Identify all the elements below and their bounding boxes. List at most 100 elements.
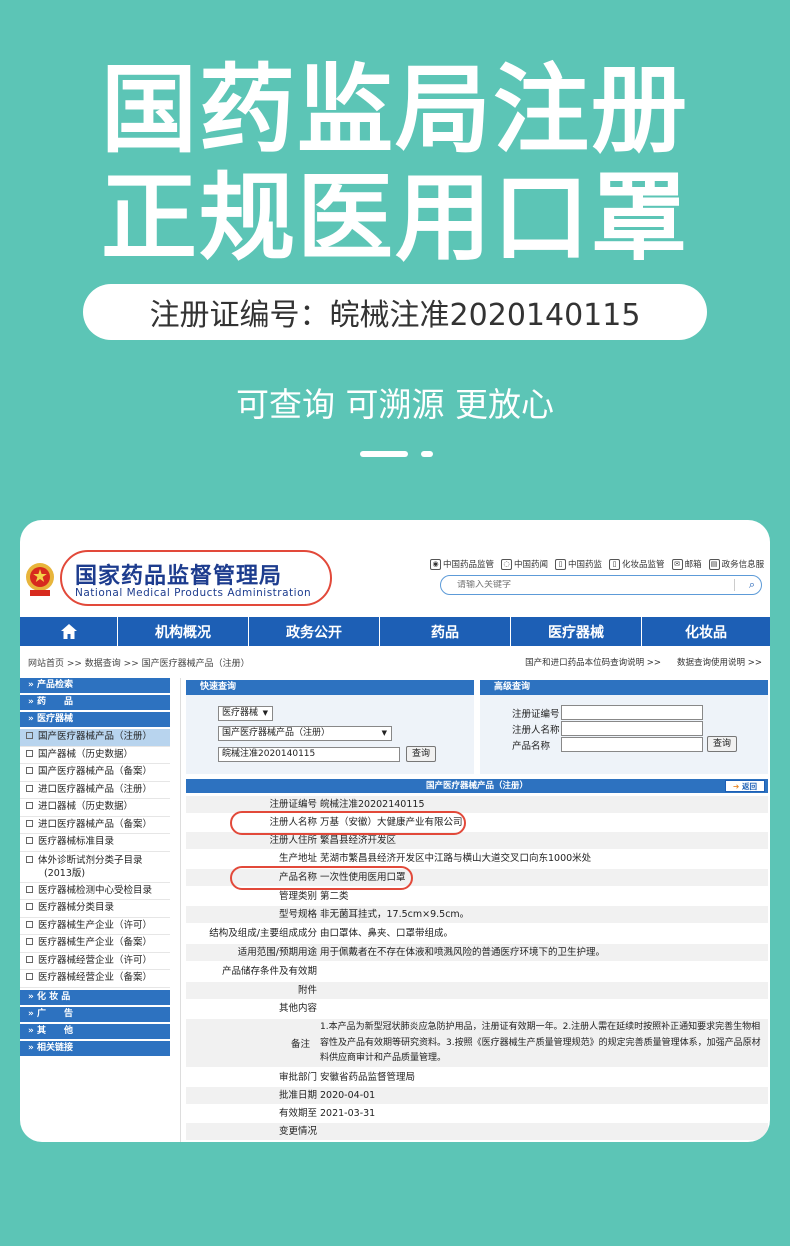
search-divider — [734, 579, 735, 591]
result-row: 结构及组成/主要组成成分 由口罩体、鼻夹、口罩带组成。 — [209, 928, 454, 939]
result-row: 变更情况 — [186, 1123, 768, 1140]
result-title: 国产医疗器械产品（注册） — [186, 779, 768, 793]
site-search: ⌕ — [440, 575, 762, 595]
result-row: 生产地址 芜湖市繁昌县经济开发区中江路与横山大道交叉口向东1000米处 — [278, 853, 592, 864]
expand-box-icon — [26, 903, 33, 910]
sidebar-head-cosmetics[interactable]: » 化 妆 品 — [20, 989, 170, 1005]
weibo-icon: ◉ — [430, 558, 441, 570]
nav-devices[interactable]: 医疗器械 — [511, 617, 642, 646]
mail-icon: ✉ — [671, 558, 683, 570]
mobile-icon: ▯ — [555, 558, 567, 570]
sidebar-item[interactable]: 医疗器械分类目录 — [20, 900, 170, 918]
category-select[interactable]: 医疗器械 ▼ — [218, 706, 273, 721]
label-product: 产品名称 — [512, 741, 551, 752]
advanced-query-button[interactable]: 查询 — [707, 736, 737, 752]
sidebar-item[interactable]: 医疗器械生产企业（许可） — [20, 918, 170, 935]
nav-about[interactable]: 机构概况 — [118, 617, 249, 646]
top-link[interactable]: ▯ 中国药监 — [555, 558, 602, 570]
expand-box-icon — [26, 819, 33, 827]
help-link-code[interactable]: 国产和进口药品本位码查询说明 >> — [525, 656, 661, 668]
result-row: 审批部门 安徽省药品监督管理局 — [278, 1072, 416, 1083]
top-link[interactable]: ◌ 中国药闻 — [501, 558, 548, 570]
sidebar-head-ads[interactable]: » 广 告 — [20, 1006, 170, 1022]
sidebar-head-drugs[interactable]: » 药 品 — [20, 695, 170, 710]
expand-box-icon — [26, 973, 33, 980]
registrant-input[interactable] — [561, 721, 703, 736]
help-links: 国产和进口药品本位码查询说明 >> 数据查询使用说明 >> — [525, 656, 762, 668]
sidebar-head-other[interactable]: » 其 他 — [20, 1023, 170, 1039]
sidebar-item[interactable]: 进口医疗器械产品（注册） — [20, 782, 170, 799]
help-link-usage[interactable]: 数据查询使用说明 >> — [677, 656, 762, 668]
nav-gov-affairs[interactable]: 政务公开 — [249, 617, 380, 646]
national-emblem-icon — [26, 563, 54, 596]
search-input[interactable] — [457, 580, 717, 590]
dropdown-arrow-icon: ▼ — [262, 709, 268, 717]
sidebar-item[interactable]: 医疗器械标准目录 — [20, 834, 170, 852]
decor-dash-short — [421, 451, 433, 457]
product-input[interactable] — [561, 737, 703, 752]
database-select[interactable]: 国产医疗器械产品（注册） ▼ — [218, 726, 392, 741]
screenshot-card: 国家药品监督管理局 National Medical Products Admi… — [20, 520, 770, 1142]
nav-home[interactable] — [20, 617, 118, 646]
expand-box-icon — [26, 855, 33, 863]
expand-box-icon — [26, 802, 33, 809]
nav-drugs[interactable]: 药品 — [380, 617, 511, 646]
info-icon: ▤ — [708, 558, 720, 570]
top-link[interactable]: ✉ 邮箱 — [671, 558, 702, 570]
headline-line-2: 正规医用口罩 — [101, 162, 689, 274]
product-highlight-ring — [230, 866, 413, 890]
advanced-search-title: 高级查询 — [480, 680, 768, 695]
dropdown-arrow-icon: ▼ — [381, 729, 387, 737]
wechat-icon: ◌ — [501, 558, 513, 570]
result-row: 产品储存条件及有效期 — [221, 966, 317, 977]
sidebar-item[interactable]: 医疗器械经营企业（备案） — [20, 970, 170, 988]
search-icon[interactable]: ⌕ — [749, 578, 755, 592]
sidebar-item[interactable]: 医疗器械生产企业（备案） — [20, 935, 170, 953]
quick-search-title: 快速查询 — [186, 680, 474, 695]
site-name-cn[interactable]: 国家药品监督管理局 — [75, 558, 282, 590]
sidebar-item[interactable]: 医疗器械检测中心受检目录 — [20, 883, 170, 900]
result-row: 批准日期 2020-04-01 — [186, 1087, 768, 1104]
sidebar-head-products[interactable]: » 产品检索 — [20, 678, 170, 693]
quick-query-button[interactable]: 查询 — [406, 746, 436, 762]
expand-box-icon — [26, 767, 33, 774]
reg-no-input[interactable] — [561, 705, 703, 720]
result-row: 附件 — [186, 982, 768, 999]
sidebar-item[interactable]: 国产医疗器械产品（备案） — [20, 764, 170, 782]
sidebar-head-devices[interactable]: » 医疗器械 — [20, 712, 170, 727]
result-row: 其他内容 — [278, 1003, 317, 1014]
expand-box-icon — [26, 920, 33, 928]
expand-box-icon — [26, 885, 33, 893]
registration-number-pill: 注册证编号：皖械注准2020140115 — [83, 284, 707, 340]
site-name-en: National Medical Products Administration — [75, 587, 312, 599]
top-link[interactable]: ▯ 化妆品监管 — [609, 558, 665, 570]
result-row: 型号规格 非无菌耳挂式，17.5cm×9.5cm。 — [186, 906, 768, 923]
back-arrow-icon: ➔ — [733, 782, 740, 791]
quick-query-input[interactable]: 皖械注准2020140115 — [218, 747, 400, 762]
expand-box-icon — [26, 732, 33, 739]
sidebar-item[interactable]: 体外诊断试剂分类子目录 (2013版) — [20, 852, 170, 883]
result-row: 管理类别 第二类 — [278, 891, 349, 902]
sidebar-head-links[interactable]: » 相关链接 — [20, 1040, 170, 1056]
breadcrumb[interactable]: 网站首页 >> 数据查询 >> 国产医疗器械产品（注册） — [28, 656, 250, 669]
sidebar-item[interactable]: 国产器械（历史数据） — [20, 747, 170, 764]
expand-box-icon — [26, 938, 33, 945]
sidebar-item[interactable]: 国产医疗器械产品（注册） — [20, 729, 170, 747]
sidebar-item[interactable]: 医疗器械经营企业（许可） — [20, 953, 170, 970]
top-link[interactable]: ▤ 政务信息服 — [708, 558, 764, 570]
result-row: 有效期至 2021-03-31 — [278, 1108, 376, 1119]
mobile-icon: ▯ — [609, 558, 621, 570]
top-links: ◉ 中国药品监管 ◌ 中国药闻 ▯ 中国药监 ▯ 化妆品监管 ✉ 邮箱 ▤ 政务信息服 — [430, 558, 764, 570]
result-row: 适用范围/预期用途 用于佩戴者在不存在体液和喷溅风险的普通医疗环境下的卫生护理。 — [186, 944, 768, 961]
tagline: 可查询 可溯源 更放心 — [236, 385, 554, 424]
top-link[interactable]: ◉ 中国药品监管 — [430, 558, 494, 570]
sidebar-item[interactable]: 进口器械（历史数据） — [20, 799, 170, 817]
expand-box-icon — [26, 784, 33, 792]
nav-cosmetics[interactable]: 化妆品 — [642, 617, 770, 646]
headline-line-1: 国药监局注册 — [101, 54, 689, 166]
back-button[interactable]: ➔ 返回 — [725, 780, 765, 792]
registrant-highlight-ring — [230, 811, 466, 835]
column-divider — [180, 678, 181, 1142]
sidebar-item[interactable]: 进口医疗器械产品（备案） — [20, 817, 170, 834]
label-registrant: 注册人名称 — [512, 725, 560, 736]
